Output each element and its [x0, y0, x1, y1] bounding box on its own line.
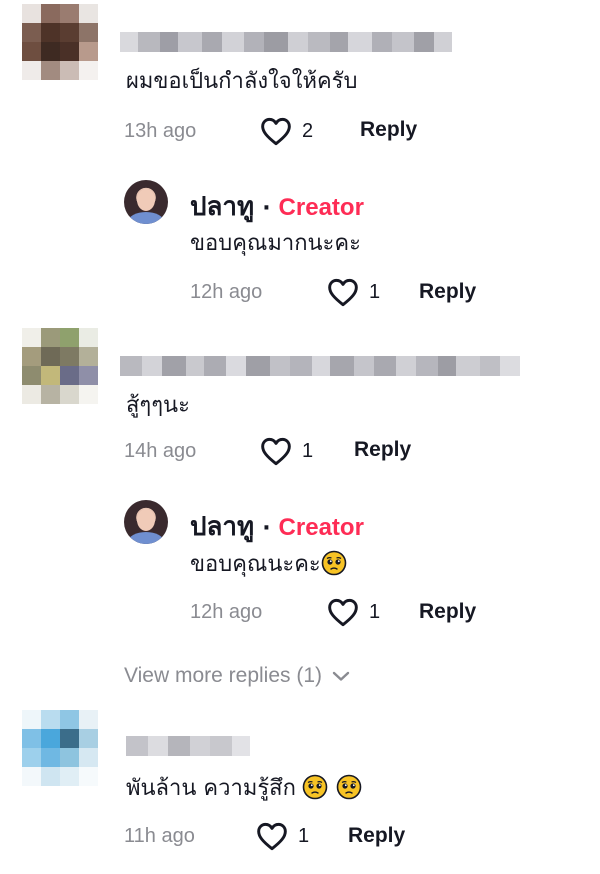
- creator-badge: Creator: [278, 514, 364, 541]
- comment-text-row: พันล้าน ความรู้สึก: [126, 774, 362, 803]
- creator-author-row: ปลาทู · Creator: [190, 186, 364, 227]
- reply-text: ขอบคุณมากนะคะ: [190, 231, 361, 256]
- reply-button[interactable]: Reply: [348, 824, 405, 848]
- user-avatar-blurred[interactable]: [22, 4, 98, 80]
- creator-avatar[interactable]: [124, 500, 168, 544]
- pleading-face-icon: [336, 774, 362, 800]
- like-button[interactable]: 1: [260, 436, 313, 466]
- reply-text-row: ขอบคุณนะคะ: [190, 550, 347, 579]
- like-count: 1: [369, 280, 381, 303]
- creator-username[interactable]: ปลาทู: [190, 186, 254, 227]
- pleading-face-icon: [302, 774, 328, 800]
- comment-timestamp: 11h ago: [124, 825, 195, 847]
- like-button[interactable]: 2: [260, 116, 313, 146]
- username-blurred[interactable]: [126, 736, 250, 756]
- comment-timestamp: 13h ago: [124, 120, 197, 142]
- heart-outline-icon: [328, 278, 358, 307]
- comment-text: พันล้าน ความรู้สึก: [126, 776, 296, 801]
- user-avatar-blurred[interactable]: [22, 328, 98, 404]
- like-button[interactable]: 1: [327, 597, 380, 627]
- username-blurred[interactable]: [120, 356, 520, 376]
- heart-outline-icon: [257, 822, 287, 851]
- comment-text: ผมขอเป็นกำลังใจให้ครับ: [126, 69, 358, 94]
- comment-text: สู้ๆๆนะ: [126, 393, 190, 418]
- reply-text: ขอบคุณนะคะ: [190, 552, 321, 577]
- creator-badge: Creator: [278, 194, 364, 221]
- username-blurred[interactable]: [120, 32, 452, 52]
- user-avatar-blurred[interactable]: [22, 710, 98, 786]
- reply-button[interactable]: Reply: [419, 280, 476, 304]
- like-button[interactable]: 1: [327, 277, 380, 307]
- separator-dot: ·: [262, 196, 271, 221]
- creator-username[interactable]: ปลาทู: [190, 506, 254, 547]
- creator-avatar[interactable]: [124, 180, 168, 224]
- heart-outline-icon: [261, 117, 291, 146]
- separator-dot: ·: [262, 516, 271, 541]
- reply-timestamp: 12h ago: [190, 281, 263, 303]
- creator-author-row: ปลาทู · Creator: [190, 506, 364, 547]
- view-more-replies-button[interactable]: View more replies (1): [124, 664, 350, 688]
- pleading-face-icon: [321, 550, 347, 576]
- reply-button[interactable]: Reply: [354, 438, 411, 462]
- like-count: 1: [302, 439, 314, 462]
- like-count: 1: [369, 600, 381, 623]
- like-button[interactable]: 1: [256, 821, 309, 851]
- reply-button[interactable]: Reply: [360, 118, 417, 142]
- comment-timestamp: 14h ago: [124, 440, 197, 462]
- like-count: 2: [302, 119, 314, 142]
- reply-timestamp: 12h ago: [190, 601, 263, 623]
- comment-thread: ผมขอเป็นกำลังใจให้ครับ 13h ago 2 Reply ป…: [0, 0, 600, 874]
- reply-button[interactable]: Reply: [419, 600, 476, 624]
- heart-outline-icon: [328, 598, 358, 627]
- like-count: 1: [298, 824, 310, 847]
- heart-outline-icon: [261, 437, 291, 466]
- view-more-label: View more replies (1): [124, 664, 323, 687]
- chevron-down-icon: [332, 671, 350, 681]
